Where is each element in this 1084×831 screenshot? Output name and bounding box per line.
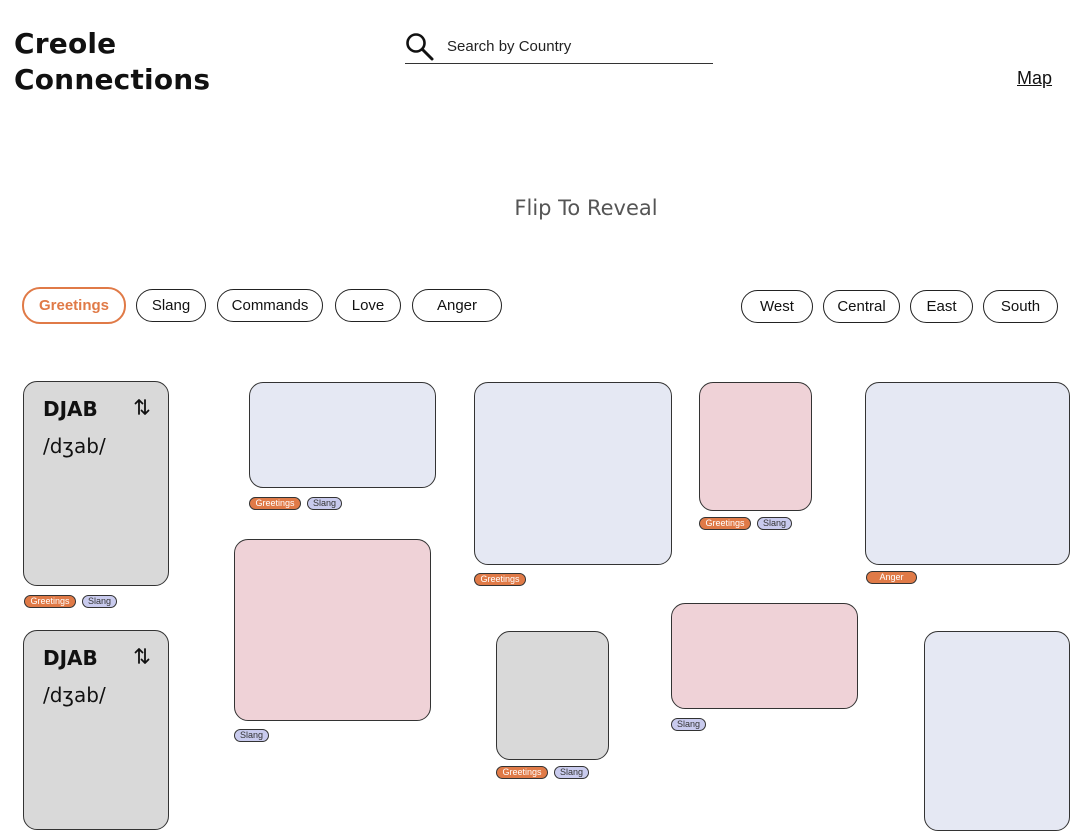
flip-card[interactable] xyxy=(496,631,609,760)
tag-greetings[interactable]: Greetings xyxy=(699,517,751,530)
tag-greetings[interactable]: Greetings xyxy=(496,766,548,779)
card-word: DJAB xyxy=(43,397,98,421)
filter-commands[interactable]: Commands xyxy=(217,289,323,322)
filter-west[interactable]: West xyxy=(741,290,813,323)
filter-greetings[interactable]: Greetings xyxy=(22,287,126,324)
word-card[interactable]: DJAB /dʒab/ xyxy=(23,630,169,830)
flip-card[interactable] xyxy=(234,539,431,721)
search-input[interactable] xyxy=(445,32,709,60)
tag-slang[interactable]: Slang xyxy=(757,517,792,530)
map-link[interactable]: Map xyxy=(1017,68,1052,89)
flip-card[interactable] xyxy=(865,382,1070,565)
site-logo[interactable]: Creole Connections xyxy=(14,26,210,98)
flip-card[interactable] xyxy=(699,382,812,511)
word-card[interactable]: DJAB /dʒab/ xyxy=(23,381,169,586)
tag-greetings[interactable]: Greetings xyxy=(24,595,76,608)
flip-card[interactable] xyxy=(924,631,1070,831)
tag-slang[interactable]: Slang xyxy=(234,729,269,742)
flip-arrows-icon[interactable] xyxy=(133,398,151,416)
filter-anger[interactable]: Anger xyxy=(412,289,502,322)
filter-south[interactable]: South xyxy=(983,290,1058,323)
filter-slang[interactable]: Slang xyxy=(136,289,206,322)
tag-slang[interactable]: Slang xyxy=(82,595,117,608)
flip-card[interactable] xyxy=(474,382,672,565)
search-icon[interactable] xyxy=(405,32,435,62)
card-word: DJAB xyxy=(43,646,98,670)
card-pronunciation: /dʒab/ xyxy=(43,683,106,707)
card-pronunciation: /dʒab/ xyxy=(43,434,106,458)
filter-central[interactable]: Central xyxy=(823,290,900,323)
flip-arrows-icon[interactable] xyxy=(133,647,151,665)
filter-east[interactable]: East xyxy=(910,290,973,323)
page-subtitle: Flip To Reveal xyxy=(514,196,658,220)
flip-card[interactable] xyxy=(671,603,858,709)
tag-anger[interactable]: Anger xyxy=(866,571,917,584)
tag-slang[interactable]: Slang xyxy=(554,766,589,779)
flip-card[interactable] xyxy=(249,382,436,488)
tag-greetings[interactable]: Greetings xyxy=(249,497,301,510)
search-bar[interactable] xyxy=(405,28,713,64)
tag-slang[interactable]: Slang xyxy=(671,718,706,731)
tag-greetings[interactable]: Greetings xyxy=(474,573,526,586)
filter-love[interactable]: Love xyxy=(335,289,401,322)
tag-slang[interactable]: Slang xyxy=(307,497,342,510)
